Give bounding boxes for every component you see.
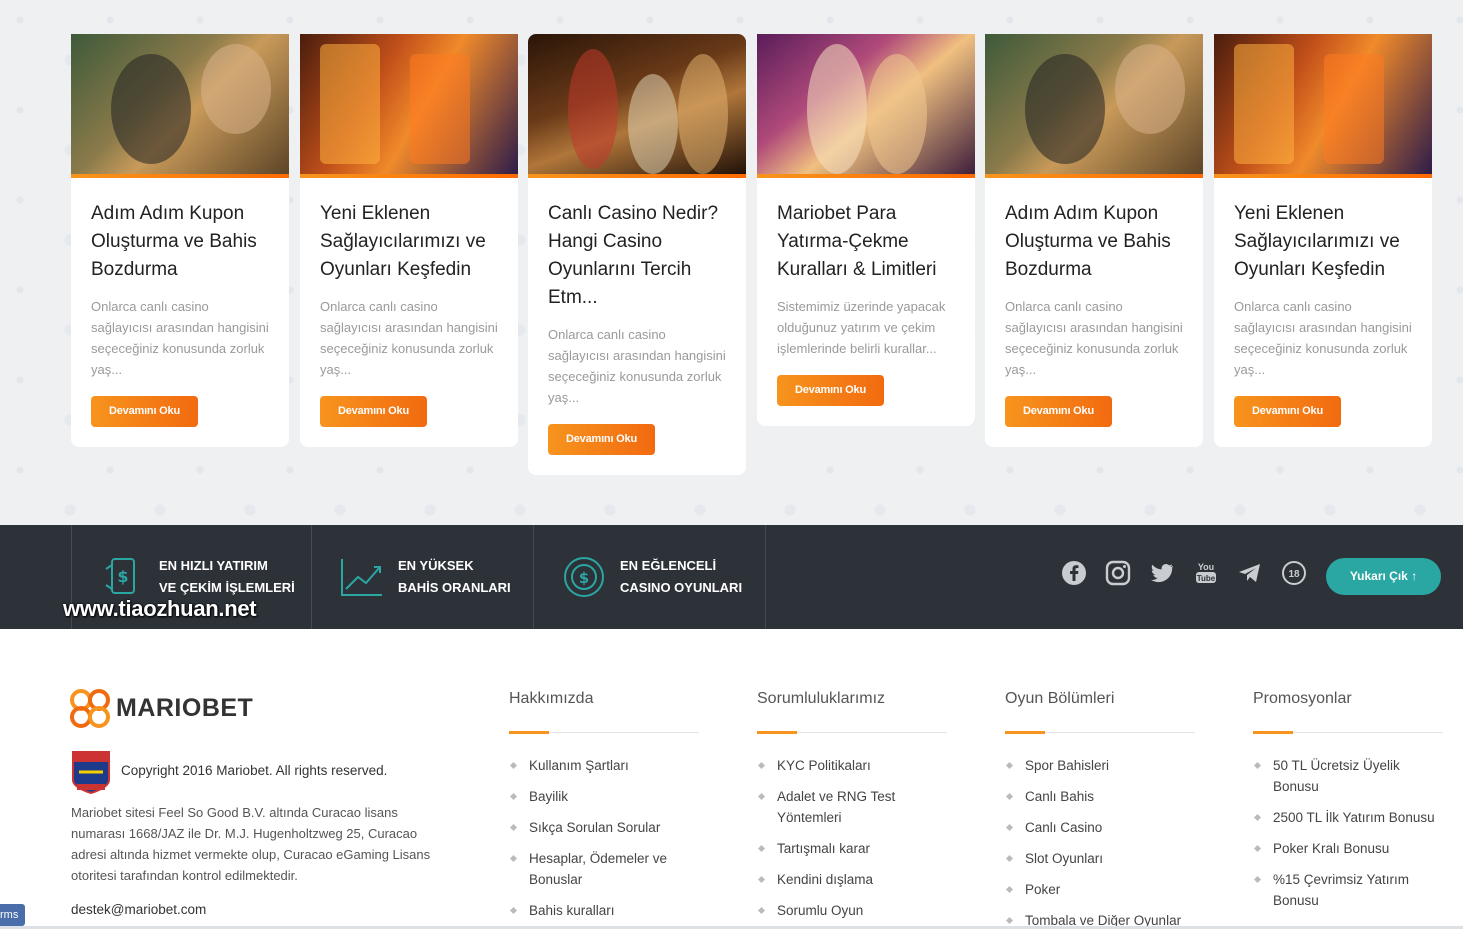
watermark-text: www.tiaozhuan.net bbox=[63, 596, 257, 621]
footer-column-responsibilities: Sorumluluklarımız KYC Politikaları Adale… bbox=[757, 690, 947, 929]
card-image[interactable] bbox=[985, 34, 1203, 178]
footer-link[interactable]: Kendini dışlama bbox=[757, 869, 947, 890]
card-excerpt: Onlarca canlı casino sağlayıcısı arasınd… bbox=[1234, 299, 1412, 377]
column-divider bbox=[757, 731, 947, 734]
card-title[interactable]: Mariobet Para Yatırma-Çekme Kuralları & … bbox=[777, 200, 955, 284]
card-title[interactable]: Yeni Eklenen Sağlayıcılarımızı ve Oyunla… bbox=[1234, 200, 1412, 284]
blog-card[interactable]: Mariobet Para Yatırma-Çekme Kuralları & … bbox=[757, 34, 975, 426]
copyright-text: Copyright 2016 Mariobet. All rights rese… bbox=[121, 763, 388, 778]
card-excerpt: Onlarca canlı casino sağlayıcısı arasınd… bbox=[320, 299, 498, 377]
telegram-icon[interactable] bbox=[1237, 560, 1263, 586]
svg-text:18: 18 bbox=[1288, 569, 1300, 580]
column-divider bbox=[1005, 731, 1195, 734]
card-image[interactable] bbox=[1214, 34, 1432, 178]
read-more-button[interactable]: Devamını Oku bbox=[320, 396, 427, 427]
footer-link[interactable]: Kullanım Şartları bbox=[509, 755, 699, 776]
feature-line1: EN YÜKSEK bbox=[398, 558, 474, 573]
card-excerpt: Onlarca canlı casino sağlayıcısı arasınd… bbox=[1005, 299, 1183, 377]
footer-link[interactable]: Canlı Bahis bbox=[1005, 786, 1195, 807]
column-title: Sorumluluklarımız bbox=[757, 690, 886, 707]
casino-chip-icon: $ bbox=[564, 557, 604, 597]
card-excerpt: Onlarca canlı casino sağlayıcısı arasınd… bbox=[548, 327, 726, 405]
card-excerpt: Onlarca canlı casino sağlayıcısı arasınd… bbox=[91, 299, 269, 377]
blog-card[interactable]: Yeni Eklenen Sağlayıcılarımızı ve Oyunla… bbox=[1214, 34, 1432, 447]
blog-card[interactable]: Adım Adım Kupon Oluşturma ve Bahis Bozdu… bbox=[71, 34, 289, 447]
support-email-link[interactable]: destek@mariobet.com bbox=[71, 902, 206, 917]
footer-column-game-sections: Oyun Bölümleri Spor Bahisleri Canlı Bahi… bbox=[1005, 690, 1195, 929]
feature-high-odds: EN YÜKSEK BAHİS ORANLARI bbox=[311, 525, 534, 629]
footer-link[interactable]: Tartışmalı karar bbox=[757, 838, 947, 859]
svg-text:Tube: Tube bbox=[1197, 574, 1216, 583]
column-divider bbox=[509, 731, 699, 734]
instagram-icon[interactable] bbox=[1105, 560, 1131, 586]
arrow-up-icon: ↑ bbox=[1411, 569, 1418, 583]
facebook-icon[interactable] bbox=[1061, 560, 1087, 586]
feature-line2: BAHİS ORANLARI bbox=[398, 580, 511, 595]
feature-line1: EN HIZLI YATIRIM bbox=[159, 558, 268, 573]
read-more-button[interactable]: Devamını Oku bbox=[777, 375, 884, 406]
card-image[interactable] bbox=[71, 34, 289, 178]
footer-link[interactable]: Bayilik bbox=[509, 786, 699, 807]
footer-link[interactable]: 50 TL Ücretsiz Üyelik Bonusu bbox=[1253, 755, 1443, 797]
footer-link[interactable]: 2500 TL İlk Yatırım Bonusu bbox=[1253, 807, 1443, 828]
read-more-button[interactable]: Devamını Oku bbox=[1005, 396, 1112, 427]
svg-text:$: $ bbox=[579, 569, 589, 587]
footer-link[interactable]: Canlı Casino bbox=[1005, 817, 1195, 838]
mariobet-logo-icon bbox=[70, 689, 110, 728]
chart-up-icon bbox=[341, 559, 382, 596]
twitter-icon[interactable] bbox=[1149, 560, 1175, 586]
footer-link[interactable]: Sorumlu Oyun bbox=[757, 900, 947, 921]
read-more-button[interactable]: Devamını Oku bbox=[548, 424, 655, 455]
money-transfer-icon: $ bbox=[105, 558, 135, 594]
brand-name: MARIOBET bbox=[116, 694, 254, 722]
card-title[interactable]: Yeni Eklenen Sağlayıcılarımızı ve Oyunla… bbox=[320, 200, 498, 284]
footer-link[interactable]: Slot Oyunları bbox=[1005, 848, 1195, 869]
youtube-icon[interactable]: You Tube bbox=[1193, 560, 1219, 586]
feature-casino-games: $ EN EĞLENCELİ CASINO OYUNLARI bbox=[533, 525, 766, 629]
svg-text:$: $ bbox=[117, 567, 128, 586]
footer-link[interactable]: Sıkça Sorulan Sorular bbox=[509, 817, 699, 838]
footer-link[interactable]: Bahis kuralları bbox=[509, 900, 699, 921]
terms-tab[interactable]: rms bbox=[0, 904, 25, 926]
column-title: Hakkımızda bbox=[509, 690, 594, 707]
svg-text:You: You bbox=[1198, 562, 1214, 572]
footer-link[interactable]: Hesaplar, Ödemeler ve Bonuslar bbox=[509, 848, 699, 890]
scroll-top-label: Yukarı Çık bbox=[1349, 569, 1408, 583]
curacao-license-badge-icon[interactable] bbox=[71, 750, 111, 794]
card-title[interactable]: Adım Adım Kupon Oluşturma ve Bahis Bozdu… bbox=[91, 200, 269, 284]
read-more-button[interactable]: Devamını Oku bbox=[1234, 396, 1341, 427]
feature-line2: CASINO OYUNLARI bbox=[620, 580, 743, 595]
card-image[interactable] bbox=[757, 34, 975, 178]
blog-card[interactable]: Yeni Eklenen Sağlayıcılarımızı ve Oyunla… bbox=[300, 34, 518, 447]
card-image[interactable] bbox=[300, 34, 518, 178]
footer-link[interactable]: %15 Çevrimsiz Yatırım Bonusu bbox=[1253, 869, 1443, 911]
footer-column-about: Hakkımızda Kullanım Şartları Bayilik Sık… bbox=[509, 690, 699, 929]
footer-column-promotions: Promosyonlar 50 TL Ücretsiz Üyelik Bonus… bbox=[1253, 690, 1443, 921]
column-title: Oyun Bölümleri bbox=[1005, 690, 1115, 707]
footer-link[interactable]: Spor Bahisleri bbox=[1005, 755, 1195, 776]
column-divider bbox=[1253, 731, 1443, 734]
footer-link[interactable]: Poker Kralı Bonusu bbox=[1253, 838, 1443, 859]
footer-link[interactable]: KYC Politikaları bbox=[757, 755, 947, 776]
license-text: Mariobet sitesi Feel So Good B.V. altınd… bbox=[71, 805, 431, 883]
footer-link[interactable]: Adalet ve RNG Test Yöntemleri bbox=[757, 786, 947, 828]
blog-section: Adım Adım Kupon Oluşturma ve Bahis Bozdu… bbox=[0, 0, 1463, 525]
age-18-icon[interactable]: 18 bbox=[1281, 560, 1307, 586]
column-title: Promosyonlar bbox=[1253, 690, 1352, 707]
card-title[interactable]: Adım Adım Kupon Oluşturma ve Bahis Bozdu… bbox=[1005, 200, 1183, 284]
card-excerpt: Sistemimiz üzerinde yapacak olduğunuz ya… bbox=[777, 299, 946, 356]
footer-link[interactable]: Poker bbox=[1005, 879, 1195, 900]
read-more-button[interactable]: Devamını Oku bbox=[91, 396, 198, 427]
feature-line1: EN EĞLENCELİ bbox=[620, 558, 717, 573]
blog-card[interactable]: Canlı Casino Nedir? Hangi Casino Oyunlar… bbox=[528, 34, 746, 475]
scroll-top-button[interactable]: Yukarı Çık ↑ bbox=[1326, 558, 1441, 595]
card-title[interactable]: Canlı Casino Nedir? Hangi Casino Oyunlar… bbox=[548, 200, 726, 312]
brand-logo[interactable]: MARIOBET bbox=[70, 688, 253, 732]
blog-card[interactable]: Adım Adım Kupon Oluşturma ve Bahis Bozdu… bbox=[985, 34, 1203, 447]
card-image[interactable] bbox=[528, 34, 746, 178]
